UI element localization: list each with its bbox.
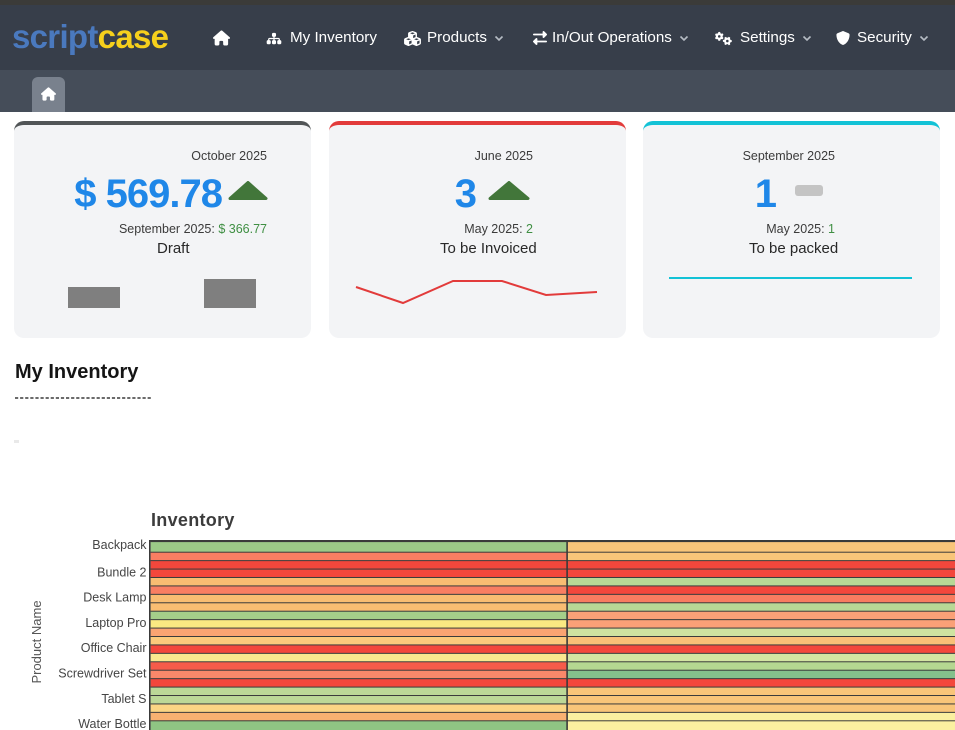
svg-text:Bundle 2: Bundle 2 [97,565,146,579]
svg-text:Laptop Pro: Laptop Pro [85,616,146,630]
svg-text:Product Name: Product Name [29,600,44,683]
svg-text:Office Chair: Office Chair [81,641,147,655]
svg-text:Tablet S: Tablet S [101,692,146,706]
svg-text:Desk Lamp: Desk Lamp [83,591,146,605]
svg-text:Water Bottle: Water Bottle [78,717,146,730]
svg-text:Backpack: Backpack [92,538,147,552]
svg-text:Screwdriver Set: Screwdriver Set [58,667,147,681]
